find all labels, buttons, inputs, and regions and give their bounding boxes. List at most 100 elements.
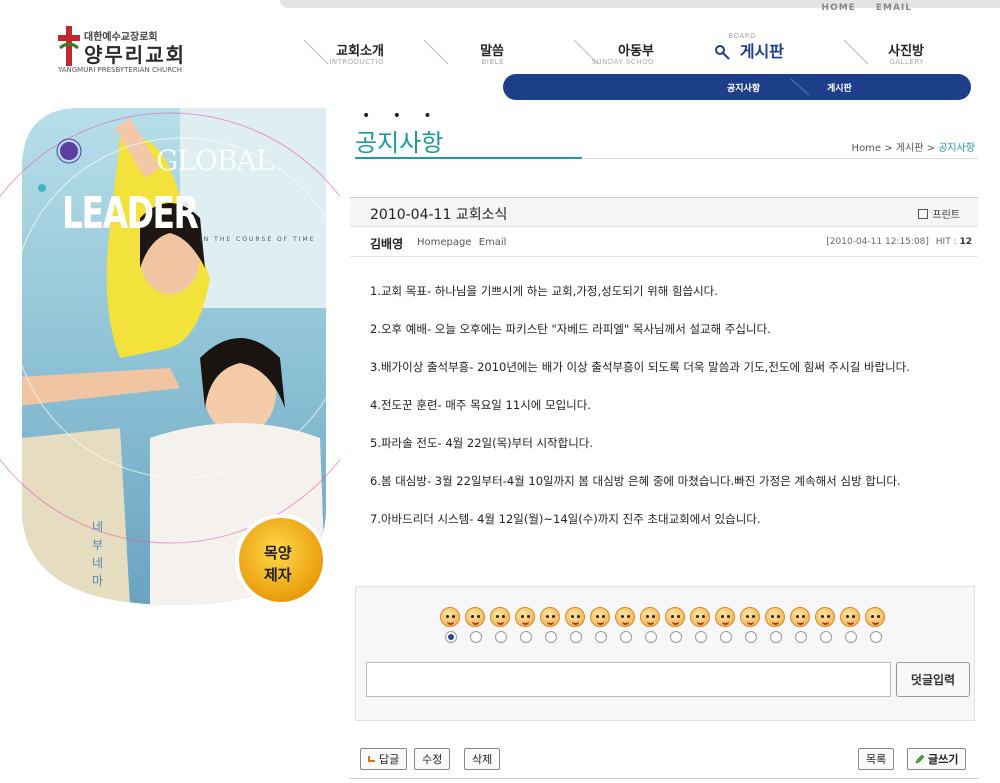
emoticon-icon[interactable] — [540, 607, 560, 627]
emoticon-row — [440, 607, 885, 627]
email-link[interactable]: EMAIL — [876, 3, 912, 13]
hit-label: HIT : — [935, 237, 960, 247]
emoticon-icon[interactable] — [815, 607, 835, 627]
delete-button[interactable]: 삭제 — [464, 748, 501, 770]
title-dots: • • • — [362, 108, 441, 124]
printer-icon — [918, 208, 929, 219]
post-paragraph: 4.전도꾼 훈련- 매주 목요일 11시에 모입니다. — [370, 398, 591, 412]
emoticon-icon[interactable] — [565, 607, 585, 627]
emoticon-radio[interactable] — [520, 631, 532, 643]
nav-sunday-school-en: SUNDAY SCHOO — [591, 58, 654, 66]
leader-banner: GLOBAL LEADER IN THE COURSE OF TIME 네 부 … — [0, 108, 386, 608]
emoticon-radio[interactable] — [670, 631, 682, 643]
emoticon-icon[interactable] — [790, 607, 810, 627]
emoticon-icon[interactable] — [665, 607, 685, 627]
emoticon-icon[interactable] — [690, 607, 710, 627]
emoticon-radio[interactable] — [720, 631, 732, 643]
emoticon-icon[interactable] — [590, 607, 610, 627]
post-paragraph: 2.오후 예배- 오늘 오후에는 파키스탄 "자베드 라피엘" 목사님께서 설교… — [370, 322, 771, 336]
nav-intro-en: INTRODUCTIO — [329, 58, 384, 66]
print-button[interactable]: 프린트 — [918, 206, 960, 221]
emoticon-icon[interactable] — [515, 607, 535, 627]
nav-board-en: BOARD — [728, 32, 756, 40]
author-homepage-link[interactable]: Homepage — [417, 237, 472, 248]
post-paragraph: 6.봄 대심방- 3월 22일부터-4월 10일까지 봄 대심방 은혜 중에 마… — [370, 474, 901, 488]
emoticon-radio[interactable] — [545, 631, 557, 643]
home-link[interactable]: HOME — [822, 3, 856, 13]
write-label: 글쓰기 — [928, 753, 959, 766]
emoticon-radio[interactable] — [770, 631, 782, 643]
post-paragraph: 5.파라솔 전도- 4월 22일(목)부터 시작합니다. — [370, 436, 594, 450]
emoticon-radio[interactable] — [470, 631, 482, 643]
nav-bible[interactable]: 말씀 BIBLE — [420, 38, 520, 68]
edit-label: 수정 — [422, 753, 443, 766]
nav-intro[interactable]: 교회소개 INTRODUCTIO — [300, 38, 400, 68]
top-links: HOME EMAIL — [822, 3, 912, 13]
emoticon-icon[interactable] — [865, 607, 885, 627]
post-paragraph: 1.교회 목표- 하나님을 기쁘시게 하는 교회,가정,성도되기 위해 힘씁시다… — [370, 284, 718, 298]
reply-icon — [368, 756, 375, 762]
author-email-link[interactable]: Email — [479, 237, 507, 248]
nav-gallery-en: GALLERY — [889, 58, 924, 66]
nav-gallery-label: 사진방 — [888, 44, 924, 59]
nav-sunday-school-label: 아동부 — [618, 44, 654, 59]
cross-logo-icon — [58, 26, 80, 66]
emoticon-radio[interactable] — [695, 631, 707, 643]
emoticon-icon[interactable] — [640, 607, 660, 627]
emoticon-icon[interactable] — [715, 607, 735, 627]
emoticon-radio[interactable] — [645, 631, 657, 643]
emoticon-icon[interactable] — [765, 607, 785, 627]
list-button[interactable]: 목록 — [858, 748, 895, 770]
breadcrumb: Home > 게시판 > 공지사항 — [852, 139, 975, 154]
reply-button[interactable]: 답글 — [360, 748, 408, 770]
comment-submit-button[interactable]: 덧글입력 — [896, 662, 970, 697]
emoticon-radio[interactable] — [845, 631, 857, 643]
hit-count: 12 — [959, 237, 972, 247]
subnav-notice[interactable]: 공지사항 — [727, 81, 760, 94]
edit-button[interactable]: 수정 — [414, 748, 451, 770]
emoticon-radio[interactable] — [870, 631, 882, 643]
emoticon-icon[interactable] — [615, 607, 635, 627]
badge-line-1: 목양 — [264, 544, 292, 562]
banner-side-text: 네 부 네 마 — [92, 520, 104, 588]
post-paragraph: 7.아바드리더 시스템- 4월 12일(월)~14일(수)까지 진주 초대교회에… — [370, 512, 761, 526]
post-author: 김배영 — [370, 237, 404, 251]
emoticon-icon[interactable] — [465, 607, 485, 627]
emoticon-radio[interactable] — [795, 631, 807, 643]
emoticon-radio[interactable] — [495, 631, 507, 643]
breadcrumb-home[interactable]: Home — [852, 143, 882, 154]
bottom-divider — [350, 778, 978, 779]
post-paragraph: 3.배가이상 출석부흥- 2010년에는 배가 이상 출석부흥이 되도록 더욱 … — [370, 360, 910, 374]
banner-graphic — [0, 108, 386, 606]
banner-leader-text: LEADER — [62, 188, 199, 239]
emoticon-icon[interactable] — [490, 607, 510, 627]
logo-english: YANGMURI PRESBYTERIAN CHURCH — [58, 66, 182, 74]
banner-tagline: IN THE COURSE OF TIME — [200, 236, 316, 243]
nav-board-label: 게시판 — [739, 42, 784, 61]
delete-label: 삭제 — [472, 753, 493, 766]
subnav-board[interactable]: 게시판 — [827, 81, 852, 94]
comment-input[interactable] — [366, 662, 891, 697]
emoticon-icon[interactable] — [840, 607, 860, 627]
banner-global-text: GLOBAL — [156, 144, 274, 177]
nav-board[interactable]: 게시판 BOARD — [700, 32, 800, 68]
breadcrumb-current: 공지사항 — [938, 143, 975, 154]
breadcrumb-board[interactable]: 게시판 — [896, 143, 924, 154]
emoticon-radio[interactable] — [595, 631, 607, 643]
meta-divider — [350, 256, 978, 257]
emoticon-icon[interactable] — [440, 607, 460, 627]
emoticon-radio[interactable] — [570, 631, 582, 643]
emoticon-icon[interactable] — [740, 607, 760, 627]
post-meta: [2010-04-11 12:15:08] HIT : 12 — [826, 237, 972, 247]
nav-gallery[interactable]: 사진방 GALLERY — [840, 38, 940, 68]
write-button[interactable]: 글쓰기 — [907, 748, 967, 770]
emoticon-radio[interactable] — [445, 631, 457, 643]
nav-sunday-school[interactable]: 아동부 SUNDAY SCHOO — [570, 38, 670, 68]
emoticon-radio[interactable] — [620, 631, 632, 643]
breadcrumb-sep: > — [881, 143, 896, 154]
sub-navigation: 공지사항 게시판 — [503, 74, 971, 100]
emoticon-radio[interactable] — [820, 631, 832, 643]
author-links: Homepage Email — [417, 237, 510, 248]
emoticon-radio[interactable] — [745, 631, 757, 643]
church-logo[interactable]: 대한예수교장로회 양무리교회 YANGMURI PRESBYTERIAN CHU… — [58, 26, 218, 76]
